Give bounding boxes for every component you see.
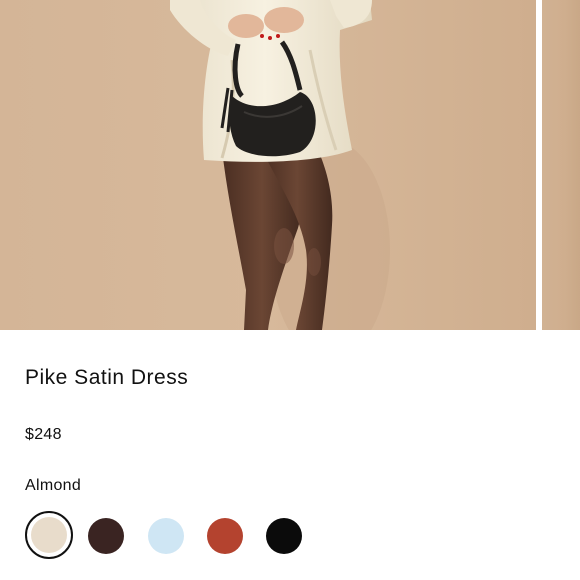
product-image-gallery[interactable]: [0, 0, 580, 330]
next-product-photo-peek[interactable]: [542, 0, 580, 330]
product-photo[interactable]: [0, 0, 536, 330]
product-title: Pike Satin Dress: [25, 366, 189, 389]
product-page: Pike Satin Dress $248 Almond: [0, 0, 580, 580]
product-price: $248: [25, 426, 62, 443]
swatch-brown[interactable]: [88, 518, 124, 554]
swatch-rust[interactable]: [207, 518, 243, 554]
swatch-black[interactable]: [266, 518, 302, 554]
swatch-light-blue[interactable]: [148, 518, 184, 554]
selected-color-label: Almond: [25, 477, 82, 494]
swatch-almond-fill: [31, 517, 67, 553]
color-swatch-list: [25, 511, 325, 561]
swatch-almond[interactable]: [25, 511, 73, 559]
